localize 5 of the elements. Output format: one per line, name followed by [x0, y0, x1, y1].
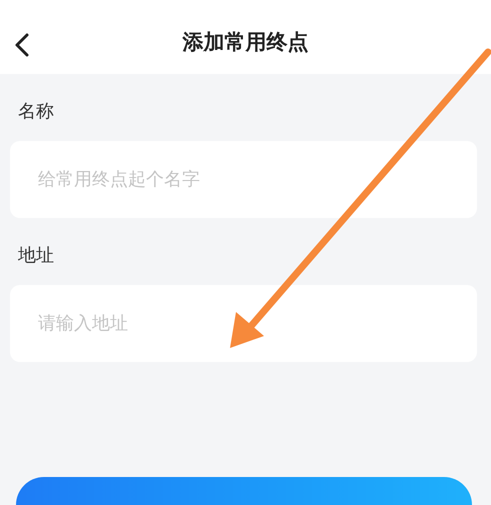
input-field[interactable]: 请输入地址 — [10, 285, 477, 362]
page-title: 添加常用终点 — [182, 29, 308, 56]
field-label: 地址 — [17, 244, 54, 268]
field-label: 名称 — [17, 100, 54, 124]
input-field[interactable]: 给常用终点起个名字 — [10, 141, 477, 218]
